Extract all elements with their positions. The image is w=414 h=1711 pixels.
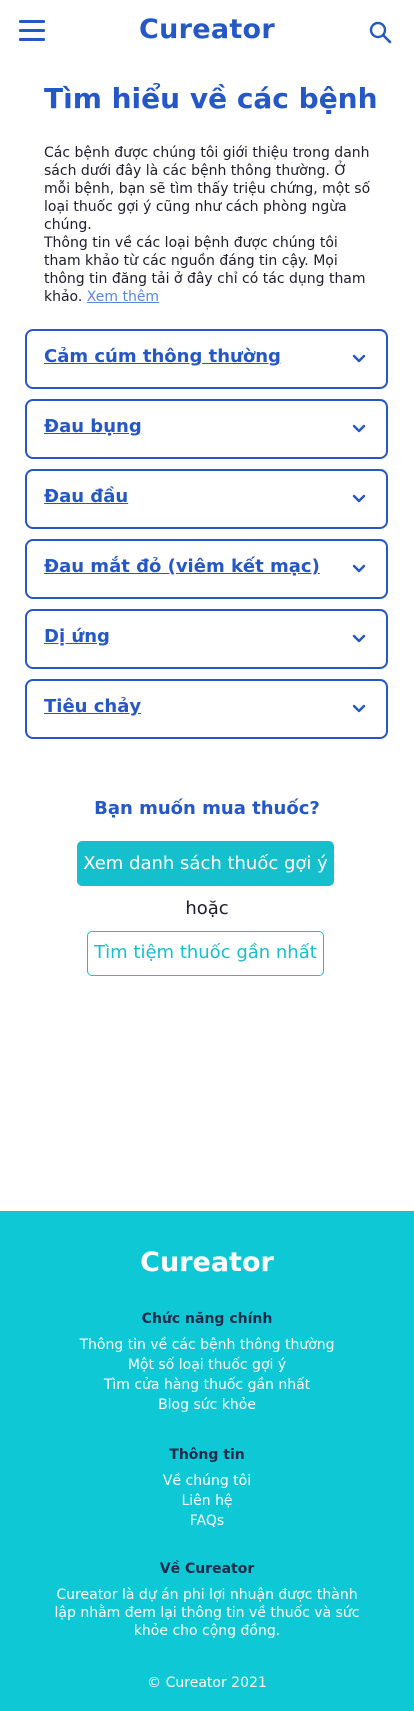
page-title: Tìm hiểu về các bệnh [44, 82, 378, 115]
chevron-down-icon [352, 634, 366, 643]
footer-about-text: Cureator là dự án phi lợi nhuận được thà… [54, 1587, 360, 1639]
footer-info-heading: Thông tin [169, 1447, 245, 1463]
footer-link-faqs[interactable]: FAQs [0, 1513, 414, 1529]
read-more-link[interactable]: Xem thêm [87, 289, 159, 305]
buy-medicine-heading: Bạn muốn mua thuốc? [94, 798, 320, 819]
accordion-label: Dị ứng [44, 626, 110, 647]
disclaimer-paragraph: Thông tin về các loại bệnh được chúng tô… [44, 234, 374, 306]
search-icon[interactable] [368, 20, 392, 44]
accordion-item-stomach-ache[interactable]: Đau bụng [25, 399, 388, 459]
footer-features-heading: Chức năng chính [141, 1311, 273, 1327]
accordion-item-headache[interactable]: Đau đầu [25, 469, 388, 529]
or-separator: hoặc [185, 898, 229, 919]
accordion-label: Cảm cúm thông thường [44, 346, 281, 367]
site-footer: Cureator Chức năng chính Thông tin về cá… [0, 1211, 414, 1711]
accordion-label: Đau đầu [44, 486, 129, 507]
footer-link-diseases[interactable]: Thông tin về các bệnh thông thường [0, 1337, 414, 1353]
chevron-down-icon [352, 494, 366, 503]
accordion-label: Tiêu chảy [44, 696, 142, 717]
chevron-down-icon [352, 704, 366, 713]
accordion-item-allergy[interactable]: Dị ứng [25, 609, 388, 669]
footer-link-about[interactable]: Về chúng tôi [0, 1473, 414, 1489]
chevron-down-icon [352, 424, 366, 433]
footer-link-blog[interactable]: Blog sức khỏe [0, 1397, 414, 1413]
footer-link-medicines[interactable]: Một số loại thuốc gợi ý [0, 1357, 414, 1373]
accordion-item-diarrhea[interactable]: Tiêu chảy [25, 679, 388, 739]
footer-link-pharmacy[interactable]: Tìm cửa hàng thuốc gần nhất [0, 1377, 414, 1393]
footer-logo[interactable]: Cureator [0, 1247, 414, 1278]
copyright: © Cureator 2021 [147, 1675, 267, 1691]
accordion-label: Đau mắt đỏ (viêm kết mạc) [44, 556, 320, 577]
footer-about-heading: Về Cureator [159, 1561, 255, 1577]
view-suggested-medicine-button[interactable]: Xem danh sách thuốc gợi ý [77, 841, 334, 886]
footer-link-contact[interactable]: Liên hệ [0, 1493, 414, 1509]
chevron-down-icon [352, 564, 366, 573]
chevron-down-icon [352, 354, 366, 363]
app-header: Cureator [0, 0, 414, 64]
logo[interactable]: Cureator [0, 14, 414, 45]
find-nearest-pharmacy-button[interactable]: Tìm tiệm thuốc gần nhất [87, 931, 324, 976]
intro-paragraph: Các bệnh được chúng tôi giới thiệu trong… [44, 145, 371, 233]
accordion-label: Đau bụng [44, 416, 142, 437]
accordion-item-pink-eye[interactable]: Đau mắt đỏ (viêm kết mạc) [25, 539, 388, 599]
accordion-item-common-cold[interactable]: Cảm cúm thông thường [25, 329, 388, 389]
